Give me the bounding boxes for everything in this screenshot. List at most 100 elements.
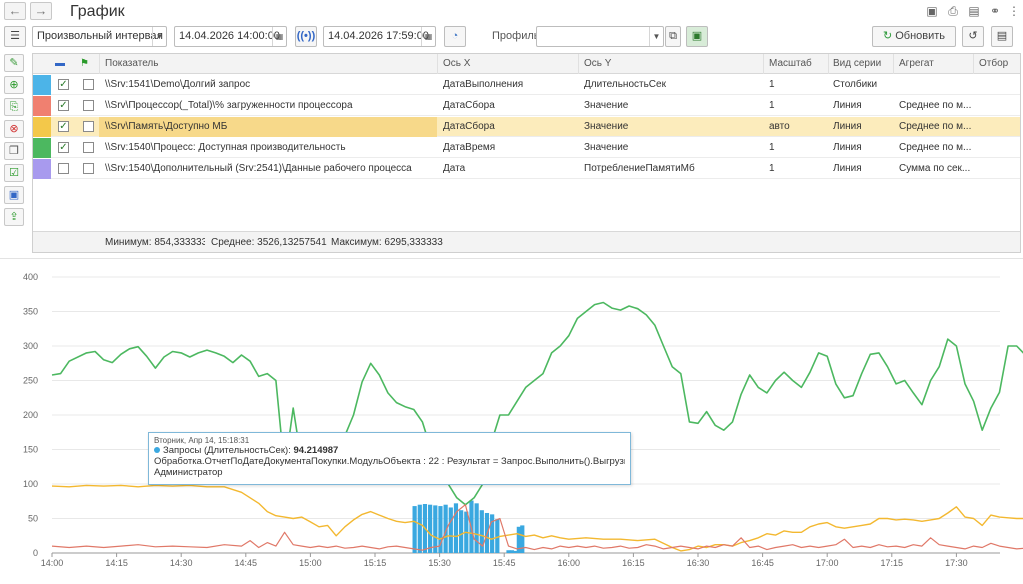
series-color-swatch[interactable] <box>33 117 51 137</box>
forward-arrow-icon[interactable]: → <box>30 2 52 20</box>
header-aggregate[interactable]: Агрегат <box>899 54 971 74</box>
flag-checkbox[interactable] <box>83 142 94 153</box>
flag-checkbox[interactable] <box>83 100 94 111</box>
header-filter[interactable]: Отбор <box>979 54 1019 74</box>
x-tick-label: 17:30 <box>945 558 968 568</box>
row-series-type: Линия <box>833 121 862 132</box>
document-icon[interactable]: ▤ <box>966 3 982 19</box>
used-checkbox[interactable] <box>58 163 69 174</box>
bar <box>459 510 464 553</box>
y-tick-label: 0 <box>33 548 38 558</box>
row-indicator[interactable]: \\Srv\Память\Доступно МБ <box>99 117 437 137</box>
header-indicator[interactable]: Показатель <box>105 54 435 74</box>
row-indicator: \\Srv:1540\Процесс: Доступная производит… <box>105 142 346 153</box>
save-icon[interactable]: ▣ <box>924 3 940 19</box>
table-footer: Минимум: 854,333333 Среднее: 3526,132575… <box>33 231 1020 252</box>
duplicate-icon[interactable]: ❐ <box>4 142 24 160</box>
import-icon[interactable]: ⇪ <box>4 208 24 226</box>
row-aggregate: Среднее по м... <box>899 100 971 111</box>
used-checkbox[interactable]: ✓ <box>58 121 69 132</box>
date-from-field[interactable]: 14.04.2026 14:00:00 ▦ <box>174 26 287 47</box>
bar <box>474 503 479 553</box>
series-color-swatch[interactable] <box>33 75 51 95</box>
y-tick-label: 400 <box>23 272 38 282</box>
print-icon[interactable]: ⎙ <box>945 3 961 19</box>
header-scale[interactable]: Масштаб <box>769 54 825 74</box>
more-icon[interactable]: ⋮ <box>1006 3 1022 19</box>
row-series-type: Линия <box>833 163 862 174</box>
flag-checkbox[interactable] <box>83 163 94 174</box>
calendar-icon[interactable]: ▦ <box>272 27 286 46</box>
date-from-value: 14.04.2026 14:00:00 <box>179 30 280 42</box>
row-y-axis: Значение <box>584 121 629 132</box>
refresh-button[interactable]: ↻ Обновить <box>872 26 956 47</box>
table-row-selected[interactable]: ✓ \\Srv\Память\Доступно МБ ДатаСбора Зна… <box>33 117 1020 137</box>
table-row[interactable]: ✓ \\Srv:1541\Demo\Долгий запрос ДатаВыпо… <box>33 75 1020 95</box>
row-scale: 1 <box>769 163 775 174</box>
date-to-value: 14.04.2026 17:59:00 <box>328 30 429 42</box>
y-tick-label: 350 <box>23 307 38 317</box>
calendar-icon[interactable]: ▦ <box>421 27 435 46</box>
series-line-2 <box>51 504 1023 551</box>
chart-area[interactable]: 0 50 100 150 200 250 300 350 400 14:00 14:15 14:30 1… <box>0 258 1023 583</box>
edit-icon[interactable]: ✎ <box>4 54 24 72</box>
chart-svg[interactable]: 0 50 100 150 200 250 300 350 400 14:00 14:15 14:30 1… <box>0 259 1023 584</box>
flag-checkbox[interactable] <box>83 121 94 132</box>
x-tick-label: 16:45 <box>751 558 774 568</box>
link-icon[interactable]: ⚭ <box>987 3 1003 19</box>
row-indicator: \\Srv:1541\Demo\Долгий запрос <box>105 79 251 90</box>
y-tick-label: 200 <box>23 410 38 420</box>
bar <box>417 504 422 553</box>
series-dot-icon <box>154 447 160 453</box>
add-icon[interactable]: ⊕ <box>4 76 24 94</box>
copy-add-icon[interactable]: ⎘ <box>4 98 24 116</box>
table-row[interactable]: \\Srv:1540\Дополнительный (Srv:2541)\Дан… <box>33 159 1020 179</box>
tooltip-line1: Обработка.ОтчетПоДатеДокументаПокупки.Мо… <box>154 456 625 467</box>
x-tick-label: 16:15 <box>622 558 645 568</box>
delete-icon[interactable]: ⊗ <box>4 120 24 138</box>
x-tick-label: 14:45 <box>235 558 258 568</box>
save-icon[interactable]: ▣ <box>4 186 24 204</box>
footer-max: Максимум: 6295,333333 <box>331 237 443 248</box>
y-tick-label: 50 <box>28 514 38 524</box>
refresh-icon: ↻ <box>882 30 893 42</box>
footer-min: Минимум: 854,333333 <box>105 237 205 248</box>
row-indicator: \\Srv:1540\Дополнительный (Srv:2541)\Дан… <box>105 163 412 174</box>
chevron-down-icon[interactable]: ▼ <box>152 27 166 46</box>
used-checkbox[interactable]: ✓ <box>58 100 69 111</box>
x-tick-label: 15:30 <box>428 558 451 568</box>
interval-select[interactable]: Произвольный интервал ▼ <box>32 26 167 47</box>
bar <box>448 507 453 553</box>
series-color-swatch[interactable] <box>33 159 51 179</box>
used-checkbox[interactable]: ✓ <box>58 79 69 90</box>
series-color-swatch[interactable] <box>33 138 51 158</box>
series-color-swatch[interactable] <box>33 96 51 116</box>
history-icon[interactable]: ↺ <box>962 26 984 47</box>
table-row[interactable]: ✓ \\Srv:1540\Процесс: Доступная производ… <box>33 138 1020 158</box>
export-icon[interactable]: ▣ <box>686 26 708 47</box>
period-chart-icon[interactable]: ◔ <box>444 26 466 47</box>
date-to-field[interactable]: 14.04.2026 17:59:00 ▦ <box>323 26 436 47</box>
profile-field[interactable]: ▼ <box>536 26 664 47</box>
row-scale: 1 <box>769 79 775 90</box>
broadcast-icon[interactable]: ((•)) <box>295 26 317 47</box>
settings-icon[interactable]: ▤ <box>991 26 1013 47</box>
row-scale: 1 <box>769 142 775 153</box>
table-row[interactable]: ✓ \\Srv\Процессор(_Total)\% загруженност… <box>33 96 1020 116</box>
back-arrow-icon[interactable]: ← <box>4 2 26 20</box>
used-checkbox[interactable]: ✓ <box>58 142 69 153</box>
tooltip-line2: Администратор <box>154 467 223 478</box>
chart-tooltip: Вторник, Апр 14, 15:18:31 Запросы (Длите… <box>148 432 631 485</box>
open-profile-icon[interactable]: ⧉ <box>665 26 681 47</box>
chevron-down-icon[interactable]: ▼ <box>649 27 663 46</box>
side-toolbar: ✎ ⊕ ⎘ ⊗ ❐ ☑ ▣ ⇪ <box>4 54 26 230</box>
interval-value: Произвольный интервал <box>37 30 163 42</box>
flag-checkbox[interactable] <box>83 79 94 90</box>
row-series-type: Линия <box>833 142 862 153</box>
header-y-axis[interactable]: Ось Y <box>584 54 754 74</box>
y-tick-label: 100 <box>23 479 38 489</box>
select-all-icon[interactable]: ☑ <box>4 164 24 182</box>
header-x-axis[interactable]: Ось X <box>443 54 573 74</box>
menu-icon[interactable]: ☰ <box>4 26 26 47</box>
header-series-type[interactable]: Вид серии <box>833 54 889 74</box>
